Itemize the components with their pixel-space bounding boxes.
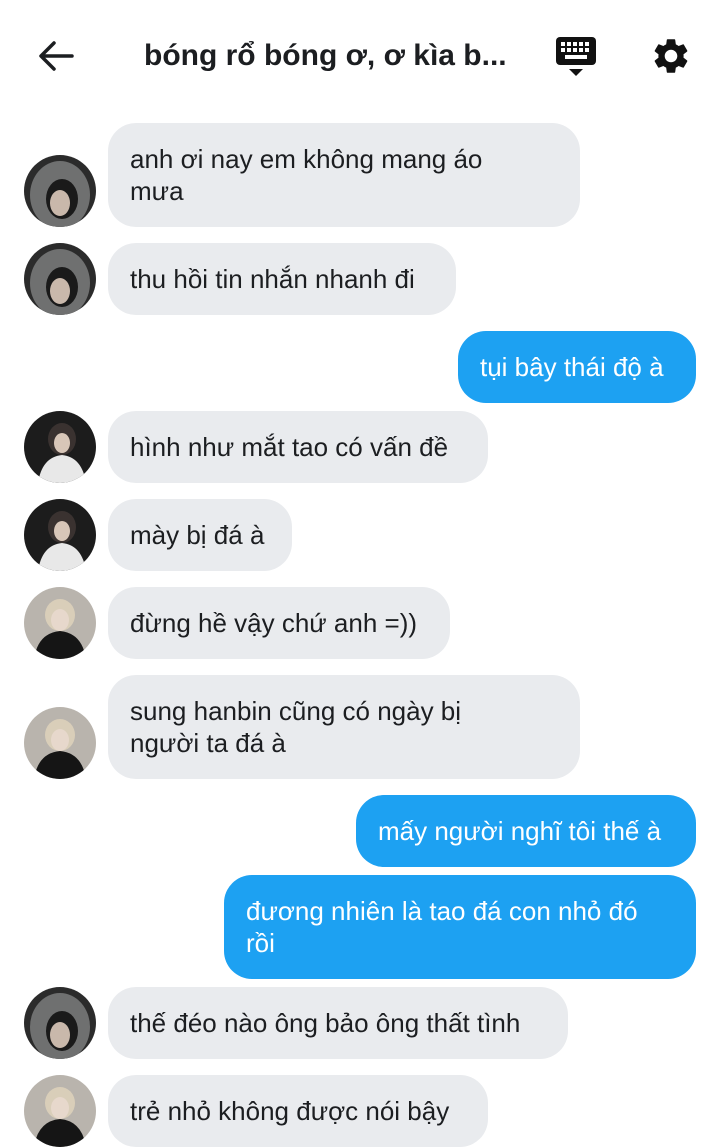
message-text: hình như mắt tao có vấn đề: [130, 432, 449, 462]
message-text: đương nhiên là tao đá con nhỏ đó rồi: [246, 896, 638, 958]
keyboard-button[interactable]: [552, 34, 600, 80]
message-text: mấy người nghĩ tôi thế à: [378, 816, 662, 846]
arrow-left-icon: [39, 41, 74, 71]
message-row: thế đéo nào ông bảo ông thất tình: [0, 987, 720, 1059]
keyboard-icon: [556, 37, 596, 76]
message-row: hình như mắt tao có vấn đề: [0, 411, 720, 483]
message-text: trẻ nhỏ không được nói bậy: [130, 1096, 450, 1126]
message-row: thu hồi tin nhắn nhanh đi: [0, 243, 720, 315]
message-text: sung hanbin cũng có ngày bị người ta đá …: [130, 696, 462, 758]
message-row: trẻ nhỏ không được nói bậy: [0, 1075, 720, 1147]
message-row: mấy người nghĩ tôi thế à: [0, 795, 720, 867]
message-row: tụi bây thái độ à: [0, 331, 720, 403]
message-bubble-incoming[interactable]: trẻ nhỏ không được nói bậy: [108, 1075, 488, 1147]
message-bubble-incoming[interactable]: đừng hề vậy chứ anh =)): [108, 587, 450, 659]
gear-icon: [654, 39, 688, 73]
message-bubble-incoming[interactable]: thu hồi tin nhắn nhanh đi: [108, 243, 456, 315]
message-text: anh ơi nay em không mang áo mưa: [130, 144, 483, 206]
message-row: đương nhiên là tao đá con nhỏ đó rồi: [0, 875, 720, 979]
avatar-hood[interactable]: [24, 243, 96, 315]
message-text: mày bị đá à: [130, 520, 265, 550]
chat-header: bóng rổ bóng ơ, ơ kìa b...: [0, 0, 720, 110]
avatar-white-shirt[interactable]: [24, 499, 96, 571]
settings-button[interactable]: [648, 33, 694, 79]
message-list[interactable]: anh ơi nay em không mang áo mưa thu hồi …: [0, 110, 720, 1147]
message-bubble-incoming[interactable]: thế đéo nào ông bảo ông thất tình: [108, 987, 568, 1059]
message-bubble-outgoing[interactable]: tụi bây thái độ à: [458, 331, 696, 403]
message-row: sung hanbin cũng có ngày bị người ta đá …: [0, 675, 720, 779]
back-button[interactable]: [34, 34, 78, 78]
avatar-hood[interactable]: [24, 155, 96, 227]
message-row: đừng hề vậy chứ anh =)): [0, 587, 720, 659]
avatar-white-shirt[interactable]: [24, 411, 96, 483]
avatar-hood[interactable]: [24, 987, 96, 1059]
message-row: anh ơi nay em không mang áo mưa: [0, 123, 720, 227]
message-bubble-outgoing[interactable]: đương nhiên là tao đá con nhỏ đó rồi: [224, 875, 696, 979]
message-text: thế đéo nào ông bảo ông thất tình: [130, 1008, 521, 1038]
avatar-blond[interactable]: [24, 587, 96, 659]
message-row: mày bị đá à: [0, 499, 720, 571]
message-bubble-incoming[interactable]: sung hanbin cũng có ngày bị người ta đá …: [108, 675, 580, 779]
message-bubble-incoming[interactable]: mày bị đá à: [108, 499, 292, 571]
message-text: đừng hề vậy chứ anh =)): [130, 608, 418, 638]
message-bubble-incoming[interactable]: anh ơi nay em không mang áo mưa: [108, 123, 580, 227]
message-bubble-outgoing[interactable]: mấy người nghĩ tôi thế à: [356, 795, 696, 867]
message-text: thu hồi tin nhắn nhanh đi: [130, 264, 415, 294]
message-text: tụi bây thái độ à: [480, 352, 664, 382]
chat-title[interactable]: bóng rổ bóng ơ, ơ kìa b...: [144, 36, 514, 76]
avatar-blond[interactable]: [24, 1075, 96, 1147]
avatar-blond[interactable]: [24, 707, 96, 779]
message-bubble-incoming[interactable]: hình như mắt tao có vấn đề: [108, 411, 488, 483]
